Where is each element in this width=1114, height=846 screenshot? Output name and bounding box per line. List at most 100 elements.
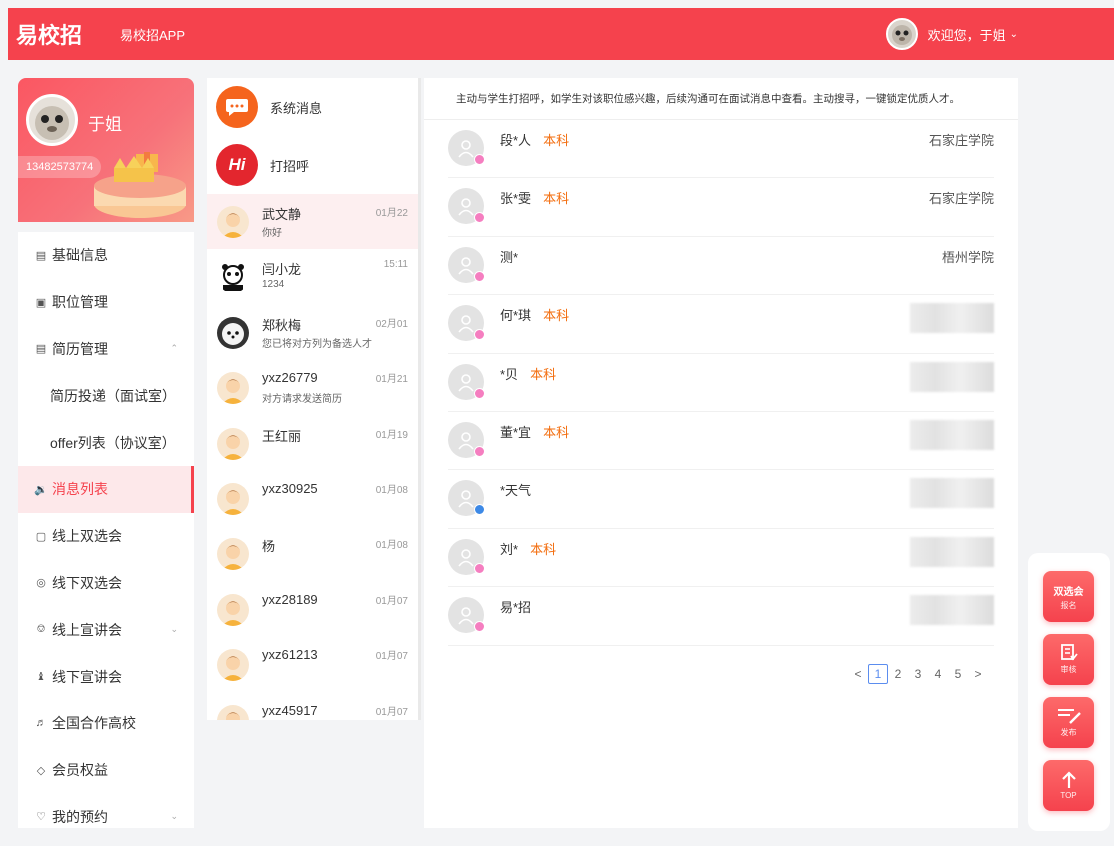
diamond-icon: ◇ — [36, 764, 46, 777]
conversation-item[interactable]: yxz61213 01月07 — [207, 637, 418, 692]
hi-icon: Hi — [216, 144, 258, 186]
system-messages-entry[interactable]: 系统消息 — [207, 78, 418, 136]
review-icon — [1060, 644, 1078, 661]
student-row[interactable]: *贝 本科 — [448, 354, 994, 412]
sidebar-item-offline-fair[interactable]: ◎ 线下双选会 — [18, 560, 194, 607]
sidebar-item-job-management[interactable]: ▣ 职位管理 — [18, 279, 194, 326]
sidebar-item-membership[interactable]: ◇ 会员权益 — [18, 747, 194, 794]
blurred-school — [910, 303, 994, 334]
blurred-school — [910, 595, 994, 626]
sidebar-item-resume-delivery[interactable]: 简历投递（面试室） — [18, 372, 194, 419]
briefcase-icon: ▣ — [35, 296, 47, 309]
avatar — [217, 372, 249, 405]
female-icon — [474, 387, 485, 399]
user-icon — [448, 597, 485, 634]
conversation-item[interactable]: 闫小龙 1234 15:11 — [207, 249, 418, 304]
conversation-item[interactable]: yxz45917 01月07 — [207, 693, 418, 720]
female-icon — [474, 329, 485, 341]
conversation-item[interactable]: 王红丽 01月19 — [207, 416, 418, 471]
avatar — [217, 482, 249, 515]
sidebar-item-online-fair[interactable]: ▢ 线上双选会 — [18, 513, 194, 560]
student-row[interactable]: 董*宜 本科 — [448, 412, 994, 471]
speaker-icon: 🔉 — [34, 483, 48, 496]
chevron-down-icon: ⌄ — [170, 624, 178, 635]
student-row[interactable]: 段*人 本科 石家庄学院 — [448, 120, 994, 179]
cake-illustration — [94, 152, 186, 218]
user-icon — [448, 130, 485, 166]
female-icon — [474, 154, 485, 165]
user-icon — [448, 305, 485, 342]
sidebar-item-resume-management[interactable]: ▤ 简历管理 ⌃ — [18, 326, 194, 373]
student-row[interactable]: 易*招 — [448, 587, 994, 646]
conversation-item[interactable]: yxz26779 对方请求发送简历 01月21 — [207, 360, 418, 415]
avatar[interactable] — [26, 94, 78, 146]
greetings-entry[interactable]: Hi 打招呼 — [207, 136, 418, 194]
conversation-item[interactable]: 武文静 你好 01月22 — [207, 194, 418, 250]
female-icon — [474, 621, 485, 633]
student-row[interactable]: *天气 — [448, 470, 994, 529]
avatar — [217, 316, 249, 349]
chevron-down-icon: ⌄ — [1009, 28, 1018, 40]
avatar — [217, 704, 249, 720]
page-button-2[interactable]: 2 — [888, 664, 908, 684]
heart-icon: ♡ — [36, 811, 46, 824]
chat-bubble-icon — [216, 86, 258, 128]
greetings-label: 打招呼 — [270, 158, 310, 174]
arrow-up-icon — [1061, 771, 1076, 788]
sidebar-item-basic-info[interactable]: ▤ 基础信息 — [18, 232, 194, 279]
sidebar-menu: ▤ 基础信息 ▣ 职位管理 ▤ 简历管理 ⌃ 简历投递（面试室） offer列表（协议室… — [18, 232, 194, 828]
logo[interactable]: 易校招 — [16, 18, 82, 50]
profile-name: 于姐 — [88, 115, 122, 134]
conversation-item[interactable]: yxz30925 01月08 — [207, 471, 418, 526]
student-row[interactable]: 测* 梧州学院 — [448, 237, 994, 296]
conversation-list: 系统消息 Hi 打招呼 武文静 你好 01月22 闫小龙 1234 15:11 … — [207, 78, 421, 720]
app-link[interactable]: 易校招APP — [120, 25, 185, 44]
female-icon — [474, 270, 485, 282]
sidebar-item-online-seminar[interactable]: ⎊ 线上宣讲会 ⌄ — [18, 606, 194, 653]
female-icon — [474, 562, 485, 574]
profile-card: 于姐 13482573774 — [18, 78, 194, 222]
avatar — [217, 538, 249, 571]
school-icon: ♬ — [35, 717, 47, 730]
school-name: 石家庄学院 — [928, 133, 994, 148]
next-page-button[interactable]: > — [968, 664, 988, 684]
user-icon — [448, 421, 485, 458]
conversation-item[interactable]: yxz28189 01月07 — [207, 582, 418, 637]
page-button-3[interactable]: 3 — [908, 664, 928, 684]
avatar — [885, 18, 918, 50]
school-name: 石家庄学院 — [928, 191, 994, 207]
sidebar-item-my-appointments[interactable]: ♡ 我的预约 ⌄ — [18, 794, 194, 841]
chevron-up-icon: ⌃ — [170, 343, 178, 354]
user-menu[interactable]: 欢迎您，于姐 ⌄ — [885, 18, 1018, 50]
student-row[interactable]: 张*雯 本科 石家庄学院 — [448, 178, 994, 237]
sidebar-item-offline-seminar[interactable]: ♝ 线下宣讲会 — [18, 653, 194, 700]
user-icon — [448, 480, 485, 517]
prev-page-button[interactable]: < — [848, 664, 868, 684]
student-panel: 主动与学生打招呼，如学生对该职位感兴趣，后续沟通可在面试消息中查看。主动搜寻，一… — [424, 78, 1018, 828]
top-header-bar: 易校招 易校招APP 欢迎您，于姐 ⌄ — [8, 8, 1114, 60]
sidebar-item-offer-list[interactable]: offer列表（协议室） — [18, 419, 194, 466]
avatar — [217, 649, 249, 682]
document-icon: ▤ — [35, 249, 47, 262]
page-button-1[interactable]: 1 — [868, 664, 888, 684]
welcome-text: 欢迎您，于姐 — [927, 27, 1006, 43]
avatar — [217, 206, 249, 238]
sidebar-item-partner-schools[interactable]: ♬ 全国合作高校 — [18, 700, 194, 747]
conversation-item[interactable]: 杨 01月08 — [207, 526, 418, 581]
sidebar-item-message-list[interactable]: 🔉 消息列表 — [18, 465, 194, 513]
back-to-top-button[interactable]: TOP — [1043, 760, 1094, 811]
resume-icon: ▤ — [35, 343, 47, 356]
page-button-4[interactable]: 4 — [928, 664, 948, 684]
system-messages-label: 系统消息 — [270, 100, 323, 116]
student-row[interactable]: 刘* 本科 — [448, 529, 994, 588]
publish-button[interactable]: 发布 — [1043, 697, 1094, 748]
avatar — [217, 261, 249, 294]
review-button[interactable]: 审核 — [1043, 634, 1094, 685]
female-icon — [474, 212, 485, 224]
avatar — [217, 593, 249, 626]
pagination: < 1 2 3 4 5 > — [848, 664, 988, 684]
page-button-5[interactable]: 5 — [948, 664, 968, 684]
conversation-item[interactable]: 郑秋梅 您已将对方列为备选人才 02月01 — [207, 305, 418, 360]
student-row[interactable]: 何*琪 本科 — [448, 295, 994, 354]
fair-signup-button[interactable]: 双选会 报名 — [1043, 571, 1094, 622]
